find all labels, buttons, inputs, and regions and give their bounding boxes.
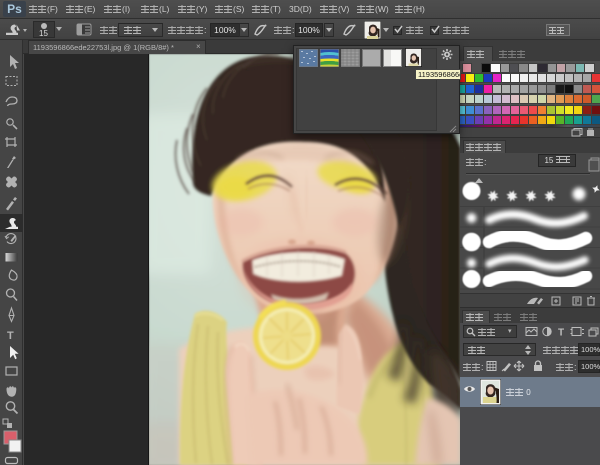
svg-text:T: T: [7, 330, 14, 342]
svg-text:T: T: [558, 328, 564, 339]
